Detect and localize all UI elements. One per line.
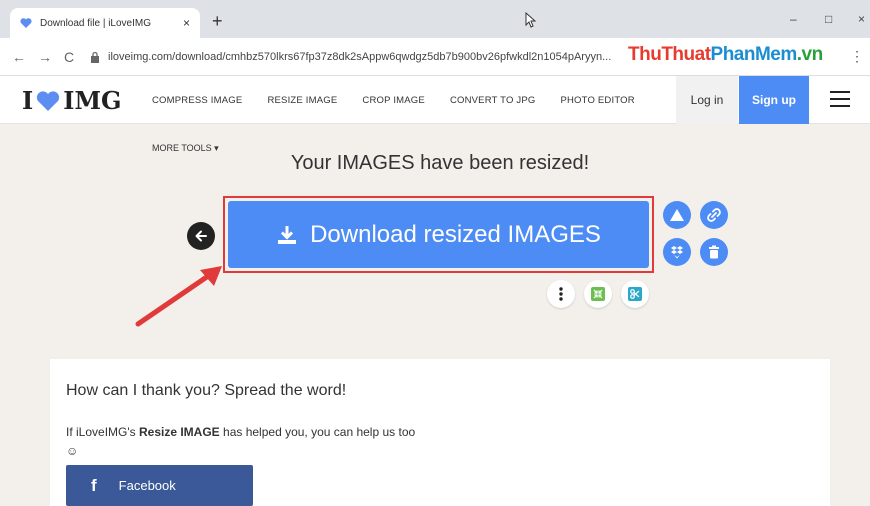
download-button[interactable]: Download resized IMAGES — [228, 201, 649, 268]
window-minimize-button[interactable]: – — [790, 12, 797, 26]
site-header: I IMG COMPRESS IMAGE RESIZE IMAGE CROP I… — [0, 76, 870, 124]
more-tools-dropdown[interactable]: MORE TOOLS ▾ — [152, 143, 219, 154]
dropbox-icon — [671, 245, 683, 258]
compress-tool-button[interactable] — [584, 280, 612, 308]
scissors-icon — [628, 287, 642, 301]
share-text-tool: Resize IMAGE — [138, 425, 220, 439]
main-nav: COMPRESS IMAGE RESIZE IMAGE CROP IMAGE C… — [152, 76, 660, 124]
watermark-logo: ThuThuatPhanMem.vn — [628, 44, 823, 65]
nav-resize-image[interactable]: RESIZE IMAGE — [267, 95, 337, 106]
nav-convert-to-jpg[interactable]: CONVERT TO JPG — [450, 95, 536, 106]
login-button[interactable]: Log in — [676, 76, 738, 124]
download-button-label: Download resized IMAGES — [310, 220, 601, 248]
share-title: How can I thank you? Spread the word! — [66, 382, 347, 399]
share-link-button[interactable] — [700, 201, 728, 229]
mouse-cursor-icon — [525, 11, 537, 33]
delete-button[interactable] — [700, 238, 728, 266]
new-tab-button[interactable]: + — [212, 12, 223, 30]
google-drive-button[interactable] — [663, 201, 691, 229]
facebook-share-button[interactable]: f Facebook — [66, 465, 253, 506]
window-close-button[interactable]: × — [858, 12, 865, 26]
vertical-dots-icon — [559, 287, 563, 301]
more-options-button[interactable] — [547, 280, 575, 308]
reload-icon[interactable]: C — [64, 49, 74, 65]
nav-crop-image[interactable]: CROP IMAGE — [362, 95, 425, 106]
link-icon — [707, 208, 721, 222]
signup-button[interactable]: Sign up — [739, 76, 809, 124]
share-text: If iLoveIMG's Resize IMAGE has helped yo… — [66, 425, 416, 458]
compress-icon — [591, 287, 605, 301]
forward-nav-icon[interactable]: → — [38, 49, 52, 65]
annotation-arrow — [135, 266, 222, 327]
nav-compress-image[interactable]: COMPRESS IMAGE — [152, 95, 242, 106]
browser-menu-icon[interactable]: ⋮ — [850, 48, 864, 65]
back-arrow-button[interactable] — [187, 222, 215, 250]
trash-icon — [709, 245, 719, 259]
heart-favicon-icon — [20, 17, 32, 29]
arrow-left-icon — [195, 230, 207, 242]
dropbox-button[interactable] — [663, 238, 691, 266]
crop-tool-button[interactable] — [621, 280, 649, 308]
facebook-label: Facebook — [118, 478, 176, 493]
back-nav-icon[interactable]: ← — [12, 49, 26, 65]
url-text: iloveimg.com/download/cmhbz570lkrs67fp37… — [108, 51, 612, 63]
lock-icon — [91, 51, 99, 63]
url-field[interactable]: iloveimg.com/download/cmhbz570lkrs67fp37… — [90, 45, 630, 69]
nav-photo-editor[interactable]: PHOTO EDITOR — [560, 95, 634, 106]
browser-tab[interactable]: Download file | iLoveIMG × — [10, 8, 200, 38]
tab-close-icon[interactable]: × — [183, 16, 190, 30]
tab-title: Download file | iLoveIMG — [40, 17, 151, 29]
heart-logo-icon — [37, 90, 60, 111]
facebook-icon: f — [91, 475, 97, 495]
browser-tab-bar: Download file | iLoveIMG × + – □ × — [0, 0, 870, 38]
iloveimg-logo[interactable]: I IMG — [22, 86, 122, 115]
google-drive-icon — [670, 209, 684, 221]
hamburger-menu-icon[interactable] — [830, 91, 850, 107]
page-title: Your IMAGES have been resized! — [290, 152, 590, 174]
download-icon — [278, 225, 297, 244]
window-maximize-button[interactable]: □ — [825, 12, 832, 26]
share-card: How can I thank you? Spread the word! If… — [50, 359, 830, 506]
